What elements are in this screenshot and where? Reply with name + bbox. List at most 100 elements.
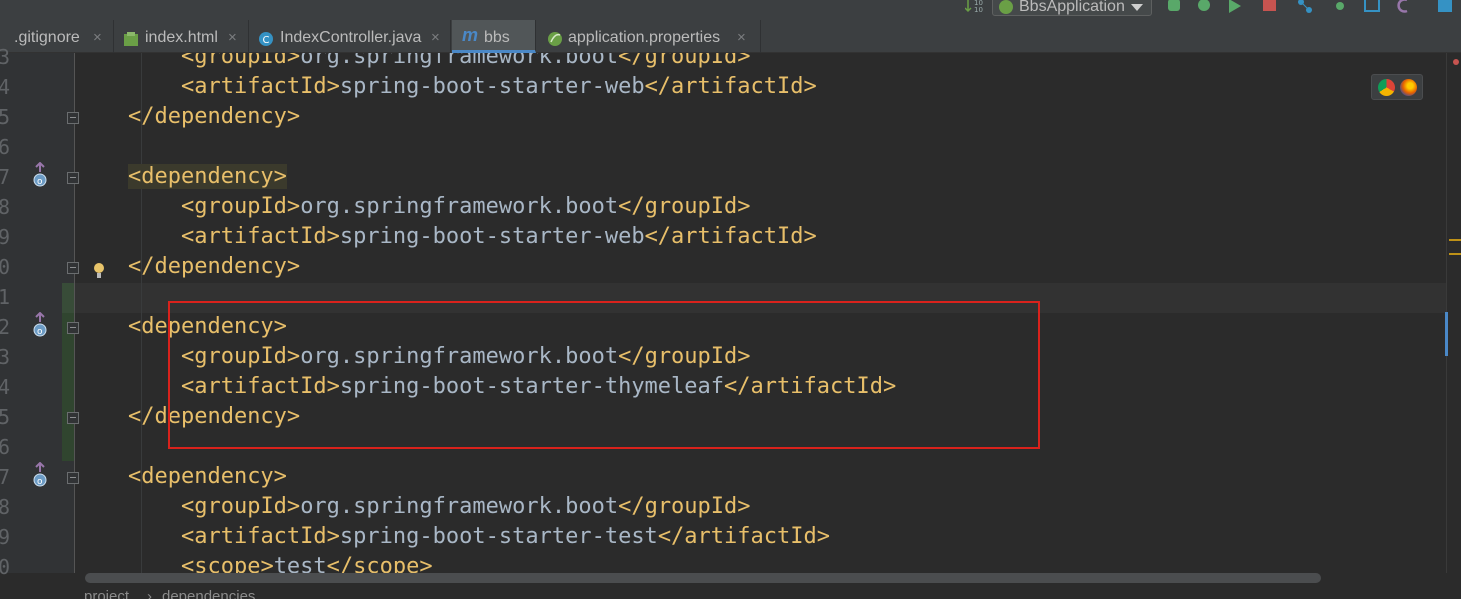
close-icon[interactable]: ×: [431, 19, 440, 57]
tab-label: bbs: [484, 29, 510, 46]
vertical-scrollbar-thumb[interactable]: [1445, 312, 1448, 356]
xml-tag: </artifactId>: [644, 74, 817, 99]
line-number: 25: [0, 105, 11, 129]
xml-tag: </groupId>: [618, 194, 751, 219]
java-class-icon: C: [259, 32, 273, 46]
tab-label: .gitignore: [14, 29, 80, 46]
annotation-highlight-box: [168, 301, 1040, 449]
warning-marker[interactable]: [1449, 239, 1461, 241]
xml-text: spring-boot-starter-web: [339, 224, 645, 249]
tab-bbs-pom[interactable]: m bbs: [452, 20, 536, 53]
code-line[interactable]: <artifactId>spring-boot-starter-web</art…: [75, 72, 817, 102]
maven-module-icon: m: [462, 25, 479, 45]
tab-index-html[interactable]: index.html ×: [115, 20, 249, 53]
code-line[interactable]: <artifactId>spring-boot-starter-web</art…: [75, 222, 817, 252]
code-line[interactable]: <groupId>org.springframework.boot</group…: [75, 192, 751, 222]
tab-label: index.html: [145, 29, 218, 46]
line-number: 24: [0, 75, 11, 99]
line-number: 26: [0, 135, 11, 159]
xml-text: org.springframework.boot: [300, 53, 619, 69]
tab-gitignore[interactable]: .gitignore ×: [0, 20, 114, 53]
warning-marker[interactable]: [1449, 253, 1461, 255]
code-line[interactable]: <groupId>org.springframework.boot</group…: [75, 53, 751, 72]
vcs-update-icon[interactable]: [1297, 0, 1313, 14]
tab-index-controller[interactable]: C IndexController.java ×: [250, 20, 451, 53]
code-line[interactable]: <dependency>: [75, 162, 287, 192]
line-number: 39: [0, 525, 11, 549]
overridden-dependency-icon[interactable]: o: [30, 462, 50, 490]
error-stripe: [1446, 53, 1461, 573]
code-line[interactable]: </dependency>: [75, 102, 300, 132]
run-configuration-select[interactable]: BbsApplication: [992, 0, 1152, 16]
run-configuration-label: BbsApplication: [1019, 0, 1125, 15]
line-number: 36: [0, 435, 11, 459]
overridden-dependency-icon[interactable]: o: [30, 312, 50, 340]
xml-tag: </artifactId>: [657, 524, 830, 549]
line-number: 29: [0, 225, 11, 249]
line-number: 33: [0, 345, 11, 369]
tab-application-properties[interactable]: application.properties ×: [537, 20, 761, 53]
breadcrumb: project › dependencies: [0, 585, 1461, 599]
svg-text:10: 10: [974, 6, 983, 14]
xml-text: org.springframework.boot: [300, 194, 619, 219]
vcs-change-marker[interactable]: [62, 313, 74, 461]
vcs-change-marker[interactable]: [62, 283, 74, 313]
line-number: 40: [0, 555, 11, 579]
xml-text: spring-boot-starter-web: [339, 74, 645, 99]
rerun-icon[interactable]: [1166, 0, 1182, 14]
chrome-icon[interactable]: [1378, 79, 1395, 96]
xml-text: test: [273, 554, 327, 573]
project-structure-icon[interactable]: [1437, 0, 1453, 14]
line-number: 27: [0, 165, 11, 189]
breadcrumb-item[interactable]: project: [84, 589, 129, 599]
svg-text:C: C: [263, 35, 270, 46]
line-number: 34: [0, 375, 11, 399]
breadcrumb-item[interactable]: dependencies: [162, 589, 255, 599]
horizontal-scrollbar[interactable]: [85, 573, 1321, 583]
close-icon[interactable]: ×: [93, 19, 102, 57]
xml-tag: </groupId>: [618, 494, 751, 519]
firefox-icon[interactable]: [1400, 79, 1417, 96]
xml-tag: <groupId>: [180, 494, 301, 519]
xml-tag: <artifactId>: [180, 524, 340, 549]
code-line[interactable]: <groupId>org.springframework.boot</group…: [75, 492, 751, 522]
close-icon[interactable]: ×: [228, 19, 237, 57]
code-line[interactable]: </dependency>: [75, 252, 300, 282]
error-icon[interactable]: [1453, 57, 1459, 67]
editor-tab-bar: .gitignore × index.html × C IndexControl…: [0, 20, 1461, 53]
line-number: 28: [0, 195, 11, 219]
line-number: 37: [0, 465, 11, 489]
html-file-icon: [124, 32, 138, 46]
vcs-commit-icon[interactable]: [1332, 0, 1348, 14]
xml-text: spring-boot-starter-test: [339, 524, 658, 549]
line-number: 35: [0, 405, 11, 429]
overridden-dependency-icon[interactable]: o: [30, 162, 50, 190]
xml-tag: </dependency>: [127, 254, 301, 279]
stop-icon[interactable]: [1261, 0, 1277, 14]
xml-tag: <artifactId>: [180, 74, 340, 99]
revert-icon[interactable]: [1395, 0, 1411, 14]
code-line[interactable]: <dependency>: [75, 462, 287, 492]
debug-icon[interactable]: [1196, 0, 1212, 14]
svg-text:o: o: [37, 327, 43, 337]
xml-tag: <dependency>: [127, 164, 287, 189]
code-line[interactable]: <artifactId>spring-boot-starter-test</ar…: [75, 522, 830, 552]
close-icon[interactable]: ×: [737, 19, 746, 57]
coverage-icon[interactable]: [1227, 0, 1243, 14]
code-line[interactable]: <scope>test</scope>: [75, 552, 433, 573]
vcs-history-icon[interactable]: [1364, 0, 1380, 14]
chevron-down-icon: [1131, 4, 1143, 11]
line-number: 30: [0, 255, 11, 279]
xml-tag: <groupId>: [180, 53, 301, 69]
xml-tag: <dependency>: [127, 464, 287, 489]
sort-icon[interactable]: 10 10: [964, 0, 985, 14]
